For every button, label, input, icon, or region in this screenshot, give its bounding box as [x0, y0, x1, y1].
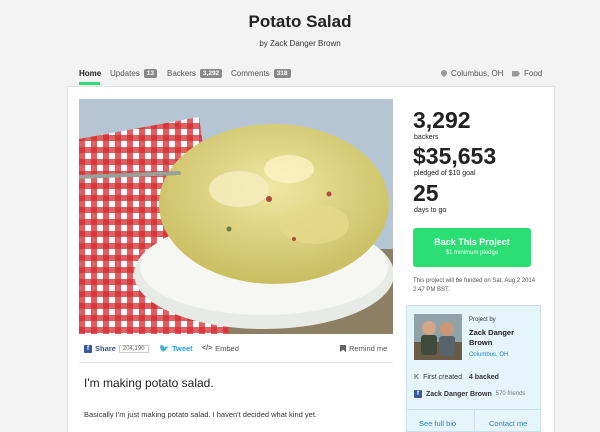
- creator-name[interactable]: Zack Danger Brown: [469, 328, 535, 348]
- remind-label: Remind me: [349, 344, 388, 353]
- blurb-title: I'm making potato salad.: [84, 376, 214, 390]
- facebook-share-button[interactable]: f Share 204,190: [84, 344, 149, 353]
- tab-backers[interactable]: Backers 3,292: [167, 69, 223, 78]
- divider: [79, 362, 393, 363]
- pledged-label: pledged of $10 goal: [414, 170, 476, 177]
- project-title: Potato Salad: [248, 12, 352, 31]
- facebook-name[interactable]: Zack Danger Brown: [426, 391, 492, 398]
- tab-home-label: Home: [79, 69, 102, 78]
- embed-button[interactable]: </> Embed: [202, 344, 239, 353]
- code-icon: </>: [202, 345, 213, 352]
- backers-label: backers: [414, 134, 439, 141]
- facebook-icon: f: [414, 390, 422, 398]
- days-label: days to go: [414, 207, 447, 214]
- tab-updates[interactable]: Updates 13: [110, 69, 158, 78]
- kickstarter-icon: K: [414, 374, 420, 381]
- location-label: Columbus, OH: [451, 69, 504, 78]
- share-bar: f Share 204,190 🐦 Tweet </> Embed Remind…: [84, 344, 390, 356]
- tab-home[interactable]: Home: [79, 69, 101, 78]
- active-tab-underline: [79, 82, 100, 85]
- contact-me-link[interactable]: Contact me: [489, 419, 527, 428]
- blurb-text: Basically I'm just making potato salad. …: [84, 410, 317, 419]
- backers-count: 3,292: [413, 107, 471, 133]
- backed-count[interactable]: 4 backed: [469, 374, 499, 381]
- tab-comments[interactable]: Comments 318: [231, 69, 291, 78]
- pledged-amount: $35,653: [413, 143, 497, 169]
- tweet-label: Tweet: [171, 344, 193, 353]
- creator-history: K First created 4 backed: [414, 374, 499, 381]
- back-project-button[interactable]: Back This Project $1 minimum pledge: [413, 228, 531, 267]
- project-by-label: Project by: [469, 317, 496, 323]
- creator-card: Project by Zack Danger Brown Columbus, O…: [406, 305, 541, 432]
- share-label: Share: [95, 344, 116, 353]
- creator-avatar[interactable]: [414, 314, 462, 360]
- tweet-button[interactable]: 🐦 Tweet: [159, 344, 193, 353]
- location-pin-icon: [441, 70, 447, 78]
- backers-count-badge: 3,292: [199, 69, 223, 78]
- creator-facebook: f Zack Danger Brown 570 friends: [414, 390, 525, 398]
- creator-photo: [414, 314, 462, 360]
- project-byline: by Zack Danger Brown: [259, 39, 341, 48]
- tab-updates-label: Updates: [110, 69, 140, 78]
- potato-salad-photo: [79, 99, 393, 334]
- facebook-icon: f: [84, 344, 92, 353]
- embed-label: Embed: [215, 344, 239, 353]
- comments-count-badge: 318: [273, 69, 291, 78]
- creator-divider-vertical: [474, 410, 475, 432]
- share-count: 204,190: [118, 344, 149, 353]
- facebook-friends: 570 friends: [495, 391, 526, 397]
- remind-me-button[interactable]: Remind me: [340, 344, 387, 353]
- funding-note: This project will be funded on Sat, Aug …: [413, 278, 536, 293]
- minimum-pledge-label: $1 minimum pledge: [445, 250, 499, 256]
- creator-location[interactable]: Columbus, OH: [469, 352, 508, 358]
- tag-icon: [512, 70, 520, 77]
- category-label: Food: [524, 69, 543, 78]
- bookmark-icon: [340, 345, 346, 352]
- location-link[interactable]: Columbus, OH: [441, 69, 503, 78]
- first-created-label: First created: [423, 374, 462, 381]
- days-count: 25: [413, 180, 439, 206]
- updates-count-badge: 13: [143, 69, 158, 78]
- see-full-bio-link[interactable]: See full bio: [419, 419, 456, 428]
- category-link[interactable]: Food: [512, 69, 542, 78]
- tab-comments-label: Comments: [231, 69, 270, 78]
- twitter-bird-icon: 🐦: [159, 344, 169, 353]
- tab-backers-label: Backers: [167, 69, 196, 78]
- back-project-label: Back This Project: [434, 237, 510, 247]
- project-video[interactable]: [79, 99, 393, 334]
